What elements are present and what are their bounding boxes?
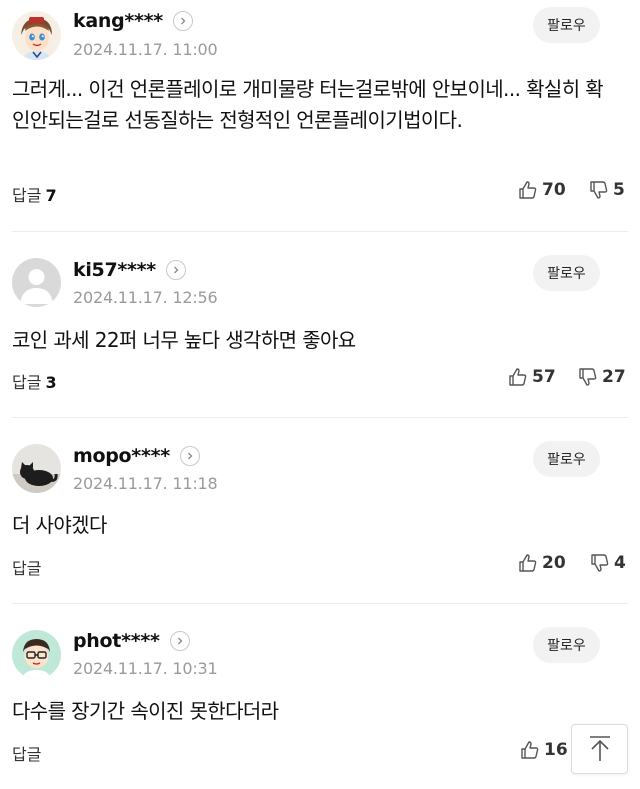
nickname-row[interactable]: ki57**** (73, 259, 186, 281)
dislike-count: 27 (602, 367, 626, 387)
comment-date: 2024.11.17. 11:18 (73, 474, 218, 493)
comment-item: kang**** 2024.11.17. 11:00 팔로우 그러게... 이건… (0, 0, 640, 230)
cartoon-avatar-icon (12, 11, 61, 60)
thumbs-down-icon (579, 368, 597, 386)
like-button[interactable]: 16 (520, 740, 568, 760)
comment-date: 2024.11.17. 11:00 (73, 40, 218, 59)
chevron-right-icon[interactable] (179, 446, 200, 466)
comment-body: 더 사야겠다 (12, 513, 107, 537)
nickname[interactable]: kang**** (73, 10, 163, 32)
default-user-icon (12, 258, 61, 307)
cat-photo-icon (12, 444, 61, 493)
like-count: 16 (544, 740, 568, 760)
comment-item: phot**** 2024.11.17. 10:31 팔로우 다수를 장기간 속… (0, 604, 640, 789)
comment-item: ki57**** 2024.11.17. 12:56 팔로우 코인 과세 22퍼… (0, 232, 640, 416)
follow-button[interactable]: 팔로우 (533, 627, 600, 663)
thumbs-up-icon (509, 368, 527, 386)
thumbs-up-icon (519, 554, 537, 572)
comment-body: 그러게... 이건 언론플레이로 개미물량 터는걸로밖에 안보이네... 확실히… (12, 77, 604, 132)
dislike-count: 4 (614, 553, 626, 573)
reply-label: 답글 (12, 745, 42, 764)
dislike-count: 5 (613, 180, 625, 200)
like-count: 57 (532, 367, 556, 387)
follow-button[interactable]: 팔로우 (533, 7, 600, 43)
nickname[interactable]: phot**** (73, 630, 160, 652)
nickname-row[interactable]: phot**** (73, 630, 190, 652)
follow-button[interactable]: 팔로우 (533, 441, 600, 477)
like-button[interactable]: 20 (518, 553, 566, 573)
nickname[interactable]: mopo**** (73, 445, 170, 467)
like-count: 70 (542, 180, 566, 200)
dislike-button[interactable]: 27 (578, 367, 626, 387)
avatar[interactable] (12, 258, 61, 307)
like-button[interactable]: 70 (518, 180, 566, 200)
avatar[interactable] (12, 630, 61, 679)
reply-count: 3 (45, 373, 57, 392)
arrow-up-icon (589, 736, 610, 761)
chevron-right-icon[interactable] (172, 11, 193, 31)
reply-label: 답글 (12, 559, 42, 578)
comment-date: 2024.11.17. 12:56 (73, 288, 218, 307)
thumbs-down-icon (590, 181, 608, 199)
comment-body: 코인 과세 22퍼 너무 높다 생각하면 좋아요 (12, 328, 356, 352)
reply-label: 답글 (12, 186, 42, 205)
comment-date: 2024.11.17. 10:31 (73, 659, 218, 678)
chevron-right-icon[interactable] (165, 260, 186, 280)
dislike-button[interactable]: 4 (590, 553, 626, 573)
avatar[interactable] (12, 444, 61, 493)
reply-button[interactable]: 답글 (12, 741, 41, 765)
reply-label: 답글 (12, 373, 42, 392)
nickname-row[interactable]: kang**** (73, 10, 193, 32)
nickname-row[interactable]: mopo**** (73, 445, 200, 467)
comment-body: 다수를 장기간 속이진 못한다더라 (12, 699, 279, 723)
thumbs-down-icon (591, 554, 609, 572)
reply-count: 7 (45, 186, 57, 205)
follow-button[interactable]: 팔로우 (533, 255, 600, 291)
thumbs-up-icon (521, 741, 539, 759)
reply-button[interactable]: 답글 3 (12, 369, 57, 393)
avatar[interactable] (12, 11, 61, 60)
nickname[interactable]: ki57**** (73, 259, 156, 281)
thumbs-up-icon (519, 181, 537, 199)
dislike-button[interactable]: 5 (589, 180, 625, 200)
comment-item: mopo**** 2024.11.17. 11:18 팔로우 더 사야겠다 답글… (0, 418, 640, 602)
chevron-right-icon[interactable] (169, 631, 190, 651)
reply-button[interactable]: 답글 (12, 555, 41, 579)
like-count: 20 (542, 553, 566, 573)
like-button[interactable]: 57 (508, 367, 556, 387)
scroll-top-button[interactable] (571, 724, 628, 774)
glasses-avatar-icon (12, 630, 61, 679)
reply-button[interactable]: 답글 7 (12, 182, 57, 206)
